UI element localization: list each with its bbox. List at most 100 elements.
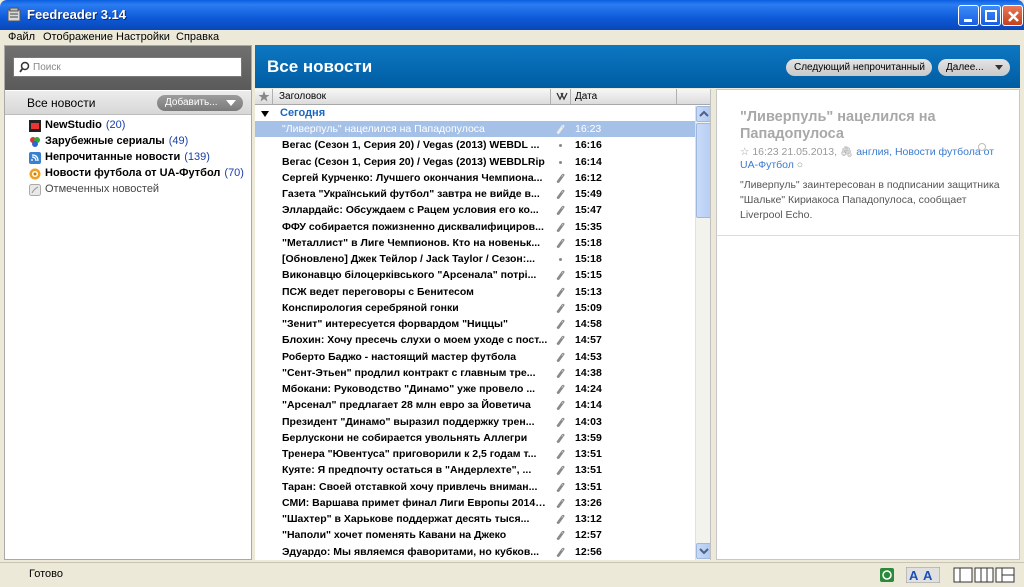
group-today[interactable]: Сегодня xyxy=(255,106,695,121)
table-row[interactable]: "Металлист" в Лиге Чемпионов. Кто на нов… xyxy=(255,235,695,251)
row-title: Вегас (Сезон 1, Серия 20) / Vegas (2013)… xyxy=(282,139,540,152)
row-title: "Арсенал" предлагает 28 млн евро за Йове… xyxy=(282,399,531,412)
more-button[interactable]: Далее... xyxy=(938,59,1010,76)
table-row[interactable]: Виконавцю білоцерківського "Арсенала" по… xyxy=(255,267,695,283)
column-title[interactable]: Заголовок xyxy=(279,91,326,102)
list-scrollbar[interactable] xyxy=(695,106,710,560)
search-box[interactable] xyxy=(13,57,242,77)
paperclip-icon: 🖇 xyxy=(839,146,854,158)
row-time: 13:59 xyxy=(575,431,602,444)
paperclip-icon xyxy=(556,352,565,362)
menu-file[interactable]: Файл xyxy=(8,31,35,43)
paperclip-icon xyxy=(556,287,565,297)
table-row[interactable]: Вегас (Сезон 1, Серия 20) / Vegas (2013)… xyxy=(255,137,695,153)
scroll-thumb[interactable] xyxy=(696,123,710,218)
chevron-down-icon xyxy=(699,548,709,555)
table-row[interactable]: Куяте: Я предпочту остаться в "Андерлехт… xyxy=(255,462,695,478)
table-row[interactable]: ФФУ собирается пожизненно дисквалифициро… xyxy=(255,219,695,235)
table-row[interactable]: Мбокани: Руководство "Динамо" уже провел… xyxy=(255,381,695,397)
row-title: СМИ: Варшава примет финал Лиги Европы 20… xyxy=(282,496,548,509)
table-row[interactable]: Эдуардо: Мы являемся фаворитами, но кубк… xyxy=(255,544,695,560)
content-header: Все новости Следующий непрочитанный Дале… xyxy=(255,45,1020,88)
feed-name: Непрочитанные новости (139) xyxy=(45,151,210,163)
close-button[interactable] xyxy=(1002,5,1023,26)
table-row[interactable]: "Ливерпуль" нацелился на Пападопулоса 16:… xyxy=(255,121,695,138)
app-icon xyxy=(7,7,21,22)
column-divider[interactable] xyxy=(570,89,571,104)
unread-icon xyxy=(29,152,41,164)
table-row[interactable]: [Обновлено] Джек Тейлор / Jack Taylor / … xyxy=(255,251,695,267)
maximize-button[interactable] xyxy=(980,5,1001,26)
paperclip-icon xyxy=(556,303,565,313)
chevron-down-icon xyxy=(226,100,236,106)
sync-icon[interactable] xyxy=(879,567,895,583)
row-title: ПСЖ ведет переговоры с Бенитесом xyxy=(282,285,474,298)
row-title: Куяте: Я предпочту остаться в "Андерлехт… xyxy=(282,464,532,477)
feed-name: NewStudio (20) xyxy=(45,119,126,131)
table-row[interactable]: СМИ: Варшава примет финал Лиги Европы 20… xyxy=(255,495,695,511)
all-news-label: Все новости xyxy=(27,96,96,110)
title-bar[interactable]: Feedreader 3.14 xyxy=(0,0,1024,30)
table-row[interactable]: Президент "Динамо" выразил поддержку тре… xyxy=(255,414,695,430)
add-feed-button[interactable]: Добавить... xyxy=(157,95,243,111)
unread-dot-icon xyxy=(559,160,562,164)
all-news-header[interactable]: Все новости Добавить... xyxy=(5,91,251,115)
tag-circle-icon: ○ xyxy=(796,159,804,171)
list-header: Заголовок Дата xyxy=(255,89,710,105)
column-divider[interactable] xyxy=(676,89,677,104)
table-row[interactable]: Конспирология серебряной гонки 15:09 xyxy=(255,300,695,316)
star-icon[interactable]: ☆ xyxy=(740,146,749,158)
font-size-icon[interactable]: A A xyxy=(906,567,940,583)
paperclip-icon xyxy=(556,400,565,411)
table-row[interactable]: "Сент-Этьен" продлил контракт с главным … xyxy=(255,365,695,381)
column-star[interactable] xyxy=(255,89,273,104)
feed-item-flagged[interactable]: Отмеченных новостей xyxy=(5,182,251,198)
feed-item-unread[interactable]: Непрочитанные новости (139) xyxy=(5,150,251,166)
table-row[interactable]: Берлускони не собирается увольнять Аллег… xyxy=(255,430,695,446)
sidebar: Все новости Добавить... NewStudio(20) За… xyxy=(4,45,252,560)
table-row[interactable]: Таран: Своей отставкой хочу привлечь вни… xyxy=(255,479,695,495)
table-row[interactable]: Блохин: Хочу пресечь слухи о моем уходе … xyxy=(255,332,695,348)
column-date[interactable]: Дата xyxy=(575,91,597,102)
table-row[interactable]: Эллардайс: Обсуждаем с Рацем условия его… xyxy=(255,202,695,218)
row-time: 14:53 xyxy=(575,350,602,363)
menu-settings[interactable]: Настройки xyxy=(116,31,170,43)
row-time: 14:57 xyxy=(575,334,602,347)
column-attachment[interactable] xyxy=(552,89,570,104)
next-unread-button[interactable]: Следующий непрочитанный xyxy=(786,59,932,76)
close-icon xyxy=(1008,11,1019,22)
row-time: 13:51 xyxy=(575,464,602,477)
table-row[interactable]: "Арсенал" предлагает 28 млн евро за Йове… xyxy=(255,397,695,413)
row-title: "Шахтер" в Харькове поддержат десять тыс… xyxy=(282,513,530,525)
row-time: 15:47 xyxy=(575,204,602,217)
table-row[interactable]: "Наполи" хочет поменять Кавани на Джеко 1… xyxy=(255,527,695,543)
menu-help[interactable]: Справка xyxy=(176,31,219,43)
row-title: "Зенит" интересуется форвардом "Ниццы" xyxy=(282,318,508,330)
table-row[interactable]: "Зенит" интересуется форвардом "Ниццы" 14… xyxy=(255,316,695,332)
table-row[interactable]: Роберто Баджо - настоящий мастер футбола… xyxy=(255,349,695,365)
row-title: "Металлист" в Лиге Чемпионов. Кто на нов… xyxy=(282,236,541,249)
row-title: Газета "Український футбол" завтра не ви… xyxy=(282,188,540,200)
search-input[interactable] xyxy=(33,60,233,74)
feed-item-football[interactable]: Новости футбола от UA-Футбол (70) xyxy=(5,166,251,182)
paperclip-icon xyxy=(556,449,565,460)
table-row[interactable]: Газета "Український футбол" завтра не ви… xyxy=(255,186,695,202)
minimize-button[interactable] xyxy=(958,5,979,26)
article-title[interactable]: "Ливерпуль" нацелился на Пападопулоса xyxy=(740,109,1002,143)
collapse-triangle-icon[interactable] xyxy=(261,111,269,117)
table-row[interactable]: Вегас (Сезон 1, Серия 20) / Vegas (2013)… xyxy=(255,154,695,170)
star-icon xyxy=(258,91,270,102)
table-row[interactable]: "Шахтер" в Харькове поддержат десять тыс… xyxy=(255,511,695,527)
table-row[interactable]: Тренера "Ювентуса" приговорили к 2,5 год… xyxy=(255,446,695,462)
read-status-icon[interactable] xyxy=(978,143,986,151)
scroll-up-button[interactable] xyxy=(696,106,710,122)
layout-icon[interactable] xyxy=(953,567,1017,583)
table-row[interactable]: ПСЖ ведет переговоры с Бенитесом 15:13 xyxy=(255,284,695,300)
feed-item-serials[interactable]: Зарубежные сериалы (49) xyxy=(5,134,251,150)
feed-item-newstudio[interactable]: NewStudio (20) xyxy=(5,118,251,134)
menu-view[interactable]: Отображение xyxy=(43,31,113,43)
table-row[interactable]: Сергей Курченко: Лучшего окончания Чемпи… xyxy=(255,170,695,186)
row-title: Виконавцю білоцерківського "Арсенала" по… xyxy=(282,269,537,282)
column-divider[interactable] xyxy=(550,89,551,104)
scroll-down-button[interactable] xyxy=(696,543,710,559)
